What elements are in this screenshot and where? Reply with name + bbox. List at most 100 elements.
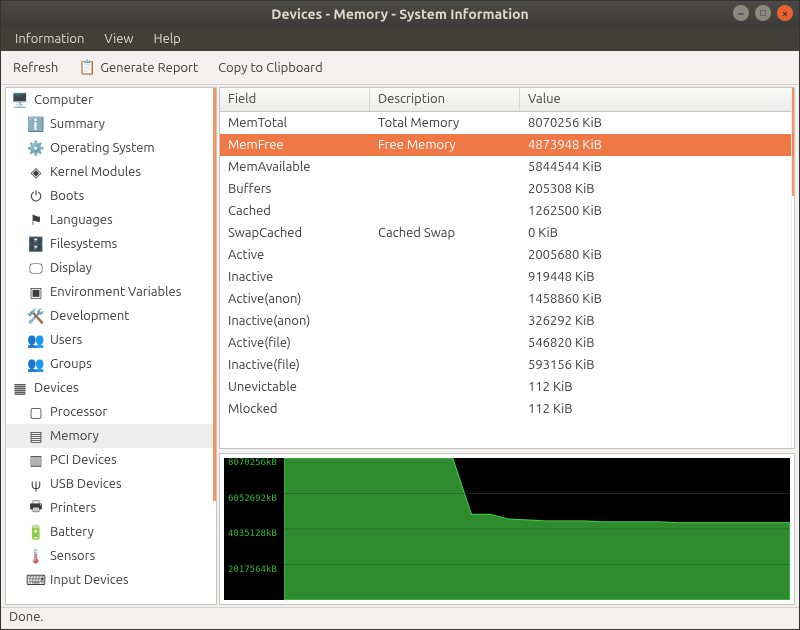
close-button[interactable]: × — [777, 5, 793, 21]
cell-value: 5844544 KiB — [520, 158, 794, 176]
usb-icon: ψ — [26, 474, 46, 494]
generate-report-button[interactable]: 📋 Generate Report — [72, 55, 204, 81]
tree-item-filesystems[interactable]: 🗄️ Filesystems — [6, 232, 216, 256]
tree-item-groups[interactable]: 👥Groups — [6, 352, 216, 376]
tree-item-environment-variables[interactable]: ▣ Environment Variables — [6, 280, 216, 304]
table-body: MemTotalTotal Memory8070256 KiBMemFreeFr… — [220, 112, 794, 420]
tree-group[interactable]: 🖥️Computer — [6, 88, 216, 112]
dev-icon: 🛠️ — [26, 306, 46, 326]
table-row[interactable]: MemAvailable5844544 KiB — [220, 156, 794, 178]
tree-item-display[interactable]: 🖵Display — [6, 256, 216, 280]
tree-item-input-devices[interactable]: ⌨ Input Devices — [6, 568, 216, 592]
scrollbar[interactable] — [213, 88, 217, 604]
tree-label: USB Devices — [50, 477, 122, 491]
scrollbar[interactable] — [791, 88, 795, 448]
tree-label: PCI Devices — [50, 453, 117, 467]
sidebar-tree[interactable]: 🖥️Computerℹ️Summary⚙️ Operating System ◈ Ke… — [5, 87, 217, 605]
tree-group[interactable]: ▦Devices — [6, 376, 216, 400]
tree-label: Memory — [50, 429, 99, 443]
cell-desc — [370, 165, 520, 169]
tree-label: Computer — [34, 93, 93, 107]
tree-item-development[interactable]: 🛠️ Development — [6, 304, 216, 328]
cell-value: 919448 KiB — [520, 268, 794, 286]
report-label: Generate Report — [100, 61, 198, 75]
tree-label: Development — [50, 309, 129, 323]
chart-canvas: 8070256kB6052692kB4035128kB2017564kB — [224, 458, 790, 600]
tree-item-boots[interactable]: ⏻Boots — [6, 184, 216, 208]
tree-item-usb-devices[interactable]: ψ USB Devices — [6, 472, 216, 496]
tree-item-languages[interactable]: ⚑Languages — [6, 208, 216, 232]
titlebar: Devices - Memory - System Information – … — [1, 1, 799, 27]
minimize-button[interactable]: – — [733, 5, 749, 21]
menu-help[interactable]: Help — [146, 30, 189, 48]
terminal-icon: ▣ — [26, 282, 46, 302]
cell-field: Unevictable — [220, 378, 370, 396]
table-row[interactable]: Buffers205308 KiB — [220, 178, 794, 200]
tree-label: Kernel Modules — [50, 165, 141, 179]
cell-field: Mlocked — [220, 400, 370, 418]
cell-value: 112 KiB — [520, 400, 794, 418]
table-row[interactable]: Active(file)546820 KiB — [220, 332, 794, 354]
col-field[interactable]: Field — [220, 88, 370, 111]
cell-field: MemTotal — [220, 114, 370, 132]
content-area: 🖥️Computerℹ️Summary⚙️ Operating System ◈ Ke… — [1, 85, 799, 607]
window-controls: – □ × — [733, 5, 793, 21]
disk-icon: 🗄️ — [26, 234, 46, 254]
table-row[interactable]: MemTotalTotal Memory8070256 KiB — [220, 112, 794, 134]
table-row[interactable]: Inactive(file)593156 KiB — [220, 354, 794, 376]
tree-label: Operating System — [50, 141, 155, 155]
tree-item-users[interactable]: 👥Users — [6, 328, 216, 352]
gear-icon: ⚙️ — [26, 138, 46, 158]
tree-label: Display — [50, 261, 92, 275]
report-icon: 📋 — [78, 59, 96, 77]
groups-icon: 👥 — [26, 354, 46, 374]
chip-icon: ▦ — [10, 378, 30, 398]
tree-label: Users — [50, 333, 82, 347]
cell-field: Active(file) — [220, 334, 370, 352]
table-row[interactable]: MemFreeFree Memory4873948 KiB — [220, 134, 794, 156]
chart-plot-area — [284, 458, 790, 600]
cell-desc — [370, 385, 520, 389]
tree-label: Input Devices — [50, 573, 129, 587]
table-row[interactable]: Active2005680 KiB — [220, 244, 794, 266]
cell-desc — [370, 319, 520, 323]
cell-desc: Cached Swap — [370, 224, 520, 242]
power-icon: ⏻ — [26, 186, 46, 206]
table-row[interactable]: Active(anon)1458860 KiB — [220, 288, 794, 310]
tree-item-operating-system[interactable]: ⚙️ Operating System — [6, 136, 216, 160]
table-row[interactable]: Inactive(anon)326292 KiB — [220, 310, 794, 332]
tree-item-kernel-modules[interactable]: ◈ Kernel Modules — [6, 160, 216, 184]
col-value[interactable]: Value — [520, 88, 794, 111]
tree-item-memory[interactable]: ▤Memory — [6, 424, 216, 448]
table-row[interactable]: Cached1262500 KiB — [220, 200, 794, 222]
cell-value: 2005680 KiB — [520, 246, 794, 264]
cell-desc — [370, 341, 520, 345]
battery-icon: 🔋 — [26, 522, 46, 542]
module-icon: ◈ — [26, 162, 46, 182]
table-row[interactable]: SwapCachedCached Swap0 KiB — [220, 222, 794, 244]
table-row[interactable]: Unevictable112 KiB — [220, 376, 794, 398]
input-icon: ⌨ — [26, 570, 46, 590]
tree-item-summary[interactable]: ℹ️Summary — [6, 112, 216, 136]
col-description[interactable]: Description — [370, 88, 520, 111]
cell-field: Inactive(file) — [220, 356, 370, 374]
menu-information[interactable]: Information — [7, 30, 92, 48]
tree-label: Environment Variables — [50, 285, 181, 299]
table-row[interactable]: Mlocked 112 KiB — [220, 398, 794, 420]
menu-view[interactable]: View — [96, 30, 141, 48]
cell-desc: Free Memory — [370, 136, 520, 154]
tree-item-printers[interactable]: 🖶Printers — [6, 496, 216, 520]
cell-value: 1262500 KiB — [520, 202, 794, 220]
copy-clipboard-button[interactable]: Copy to Clipboard — [212, 57, 329, 79]
chart-y-tick: 4035128kB — [228, 529, 277, 539]
cell-field: Active(anon) — [220, 290, 370, 308]
tree-item-battery[interactable]: 🔋Battery — [6, 520, 216, 544]
refresh-button[interactable]: Refresh — [7, 57, 64, 79]
table-row[interactable]: Inactive919448 KiB — [220, 266, 794, 288]
tree-item-pci-devices[interactable]: ▥PCI Devices — [6, 448, 216, 472]
tree-item-processor[interactable]: ▢Processor — [6, 400, 216, 424]
flag-icon: ⚑ — [26, 210, 46, 230]
tree-item-sensors[interactable]: 🌡️Sensors — [6, 544, 216, 568]
maximize-button[interactable]: □ — [755, 5, 771, 21]
tree-label: Filesystems — [50, 237, 117, 251]
